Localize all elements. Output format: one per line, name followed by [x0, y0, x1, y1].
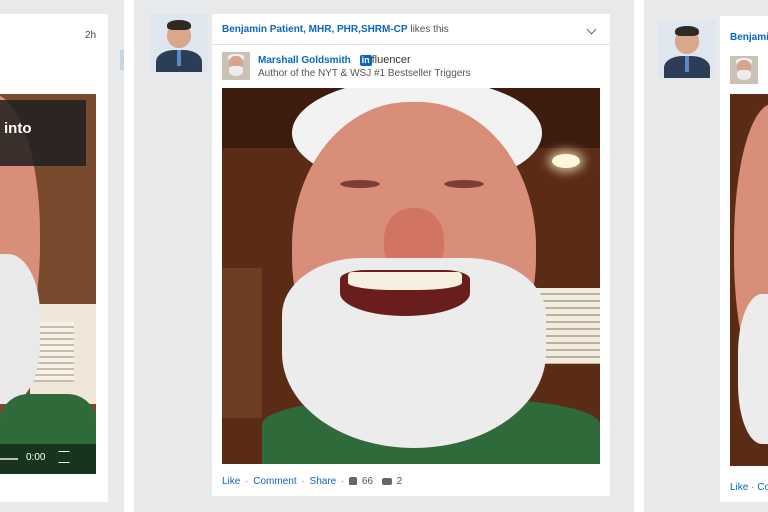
fullscreen-icon[interactable] [58, 451, 70, 463]
comment-count[interactable]: 2 [397, 476, 403, 487]
right-like-button[interactable]: Like [730, 482, 748, 493]
left-post-card: 2h into 0:00 [0, 14, 108, 502]
action-separator: · [301, 476, 305, 487]
right-feed-panel: Benjamin Like · Co [644, 0, 768, 512]
video-controls-bar: 0:00 [0, 444, 96, 474]
like-button[interactable]: Like [222, 476, 240, 487]
post-video[interactable] [222, 88, 600, 464]
video-progress-track[interactable] [0, 458, 18, 460]
left-video-player[interactable]: into 0:00 [0, 94, 96, 474]
right-actions-row: Like · Co [730, 482, 768, 493]
right-eye [444, 180, 484, 188]
video-caption-overlay: into [0, 100, 86, 166]
action-separator: · [341, 476, 345, 487]
left-feed-divider [120, 50, 124, 70]
right-post-card: Benjamin Like · Co [720, 16, 768, 502]
left-eye [340, 180, 380, 188]
video-time: 0:00 [26, 452, 46, 463]
ceiling-lamp [552, 154, 580, 168]
linkedin-in-icon: in [359, 55, 372, 66]
author-row: Marshall Goldsmith in fluencer [258, 54, 411, 66]
right-video-beard [738, 294, 768, 444]
caption-text: into [4, 120, 32, 137]
teeth [348, 272, 462, 290]
post-timestamp: 2h [85, 30, 97, 41]
comment-button[interactable]: Comment [253, 476, 296, 487]
author-name-link[interactable]: Marshall Goldsmith [258, 55, 351, 66]
influencer-text: fluencer [371, 54, 411, 66]
right-liker-name-link[interactable]: Benjamin [730, 32, 768, 43]
right-author-avatar[interactable] [730, 56, 758, 84]
action-separator: · [751, 482, 755, 493]
middle-feed-panel: Benjamin Patient, MHR, PHR,SHRM-CP likes… [134, 0, 634, 512]
like-notice-row: Benjamin Patient, MHR, PHR,SHRM-CP likes… [222, 24, 449, 35]
post-card: Benjamin Patient, MHR, PHR,SHRM-CP likes… [212, 14, 610, 496]
share-button[interactable]: Share [310, 476, 337, 487]
video-window-blinds [34, 322, 74, 382]
like-count[interactable]: 66 [362, 476, 373, 487]
right-comment-button[interactable]: Co [757, 482, 768, 493]
liker-avatar[interactable] [150, 14, 208, 72]
chevron-down-icon[interactable] [586, 24, 597, 35]
comment-count-icon [381, 477, 392, 485]
liker-name-link[interactable]: Benjamin Patient, MHR, PHR,SHRM-CP [222, 24, 408, 35]
post-actions-row: Like · Comment · Share · 66 2 [222, 476, 404, 487]
thumbs-up-icon [349, 477, 358, 486]
likes-this-text: likes this [410, 24, 449, 35]
influencer-badge: in fluencer [359, 54, 411, 66]
author-headline: Author of the NYT & WSJ #1 Bestseller Tr… [258, 68, 471, 79]
right-post-video[interactable] [730, 94, 768, 466]
author-avatar[interactable] [222, 52, 250, 80]
post-divider [212, 44, 610, 45]
shelf-left [222, 268, 262, 418]
action-separator: · [245, 476, 249, 487]
right-liker-avatar[interactable] [658, 20, 716, 78]
left-feed-panel: 2h into 0:00 [0, 0, 124, 512]
